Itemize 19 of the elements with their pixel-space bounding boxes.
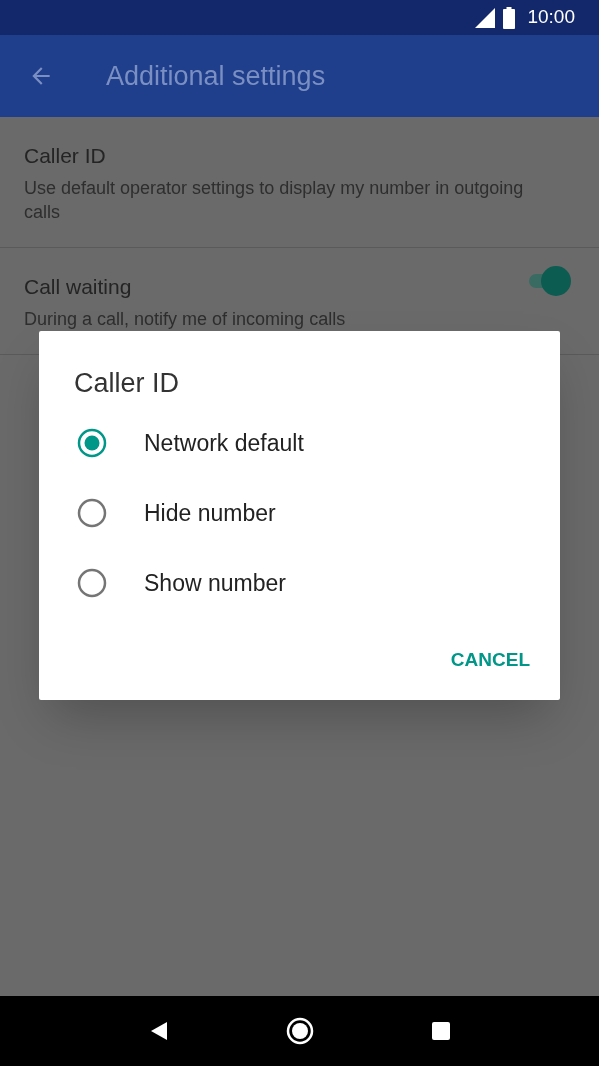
recents-nav-icon[interactable] [432,1022,451,1040]
dialog-title: Caller ID [74,367,180,400]
radio-button[interactable] [77,428,107,458]
home-nav-icon[interactable] [286,1017,315,1045]
clock: 10:00 [527,5,575,30]
setting-title: Caller ID [24,143,107,170]
setting-title: Call waiting [24,274,133,301]
radio-button[interactable] [77,498,107,528]
setting-summary: During a call, notify me of incoming calls [24,307,347,331]
signal-icon [475,7,496,28]
option-label[interactable]: Hide number [144,495,276,531]
cancel-button[interactable]: CANCEL [442,637,538,682]
battery-icon [503,6,516,29]
toggle-switch[interactable] [527,265,571,297]
radio-button[interactable] [77,568,107,598]
screen-title: Additional settings [106,59,326,93]
option-label[interactable]: Show number [144,565,286,601]
option-label[interactable]: Network default [144,425,304,461]
setting-summary: Use default operator settings to display my number in outgoing calls [24,176,524,224]
